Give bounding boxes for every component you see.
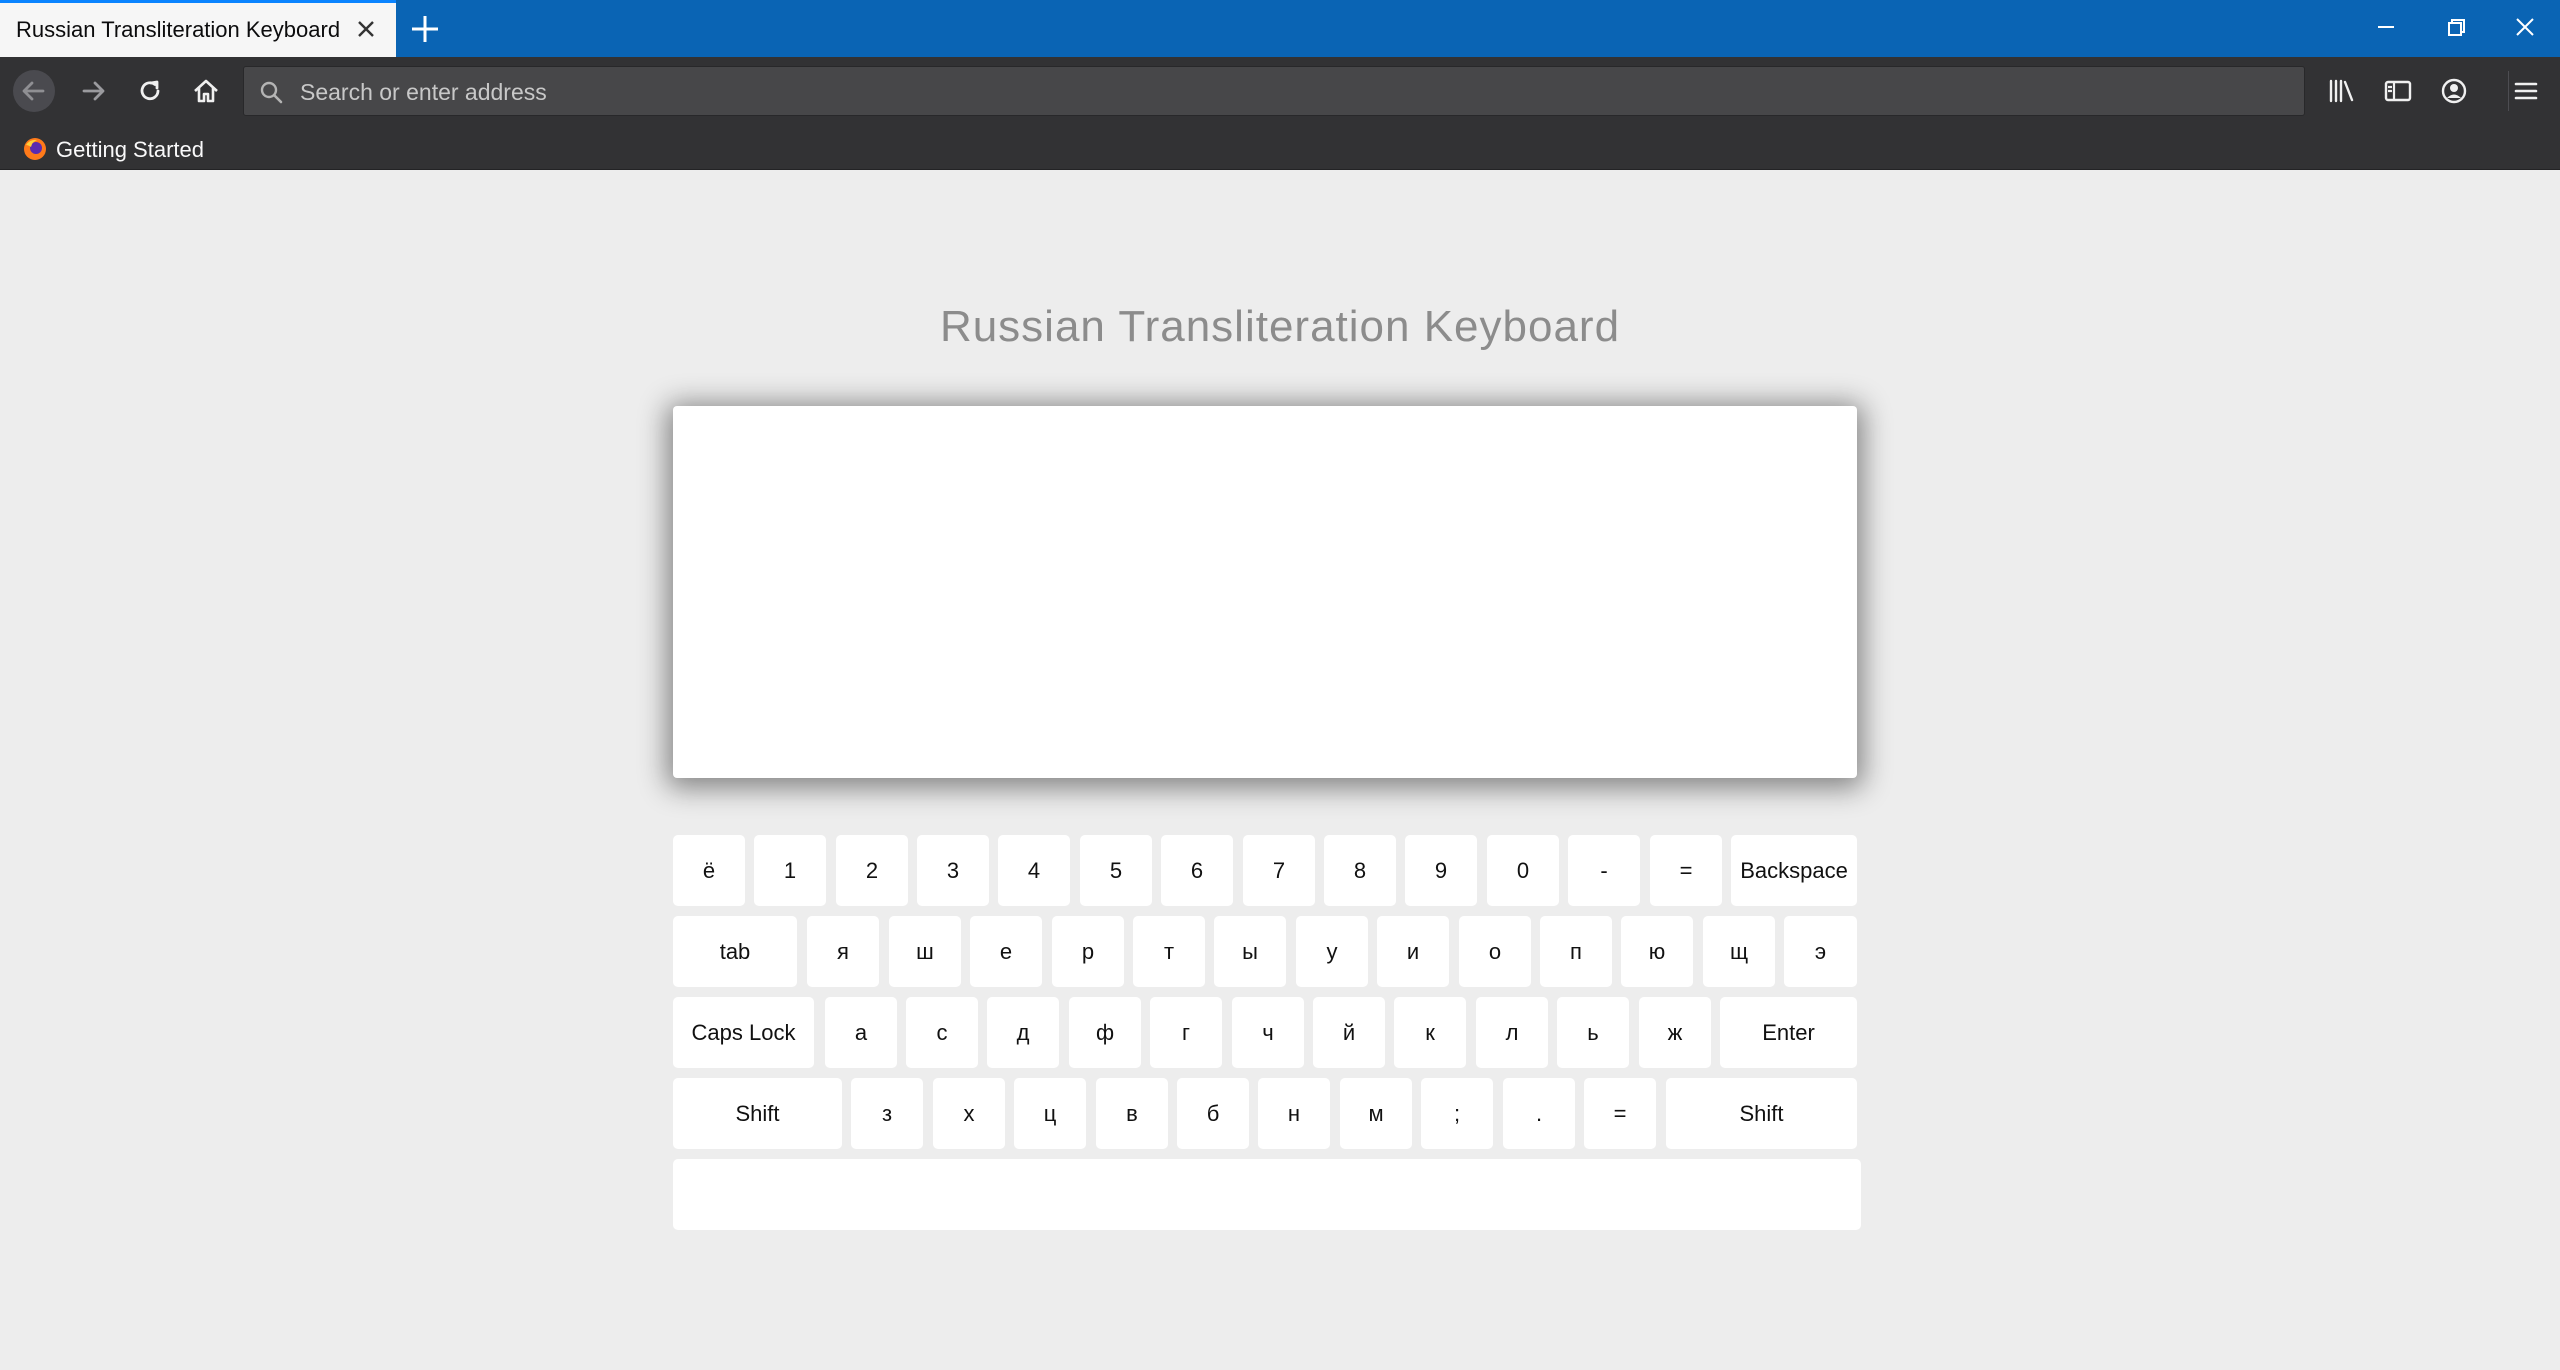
sidebar-button[interactable] bbox=[2377, 70, 2419, 112]
key[interactable]: с bbox=[906, 997, 978, 1068]
keyboard-row-4: Shift з х ц в б н м ; . = Shift bbox=[673, 1078, 1861, 1149]
reload-button[interactable] bbox=[129, 70, 171, 112]
key[interactable]: у bbox=[1296, 916, 1368, 987]
key[interactable]: н bbox=[1258, 1078, 1330, 1149]
key[interactable]: ; bbox=[1421, 1078, 1493, 1149]
tab-key[interactable]: tab bbox=[673, 916, 797, 987]
key[interactable]: о bbox=[1459, 916, 1531, 987]
key[interactable]: з bbox=[851, 1078, 923, 1149]
account-icon bbox=[2441, 78, 2467, 104]
caps-lock-key[interactable]: Caps Lock bbox=[673, 997, 814, 1068]
key[interactable]: й bbox=[1313, 997, 1385, 1068]
keyboard-row-5 bbox=[673, 1159, 1861, 1230]
key[interactable]: ё bbox=[673, 835, 745, 906]
page-title: Russian Transliteration Keyboard bbox=[939, 302, 1621, 351]
close-window-icon[interactable] bbox=[2507, 9, 2543, 45]
sidebar-icon bbox=[2384, 80, 2412, 102]
hamburger-menu-icon bbox=[2514, 82, 2538, 100]
home-button[interactable] bbox=[185, 70, 227, 112]
key[interactable]: = bbox=[1650, 835, 1722, 906]
library-icon bbox=[2329, 79, 2354, 103]
space-key[interactable] bbox=[673, 1159, 1861, 1230]
shift-right-key[interactable]: Shift bbox=[1666, 1078, 1857, 1149]
forward-button[interactable] bbox=[72, 70, 114, 112]
key[interactable]: 7 bbox=[1243, 835, 1315, 906]
reload-icon bbox=[140, 80, 160, 101]
key[interactable]: 0 bbox=[1487, 835, 1559, 906]
home-icon bbox=[194, 79, 218, 103]
key[interactable]: т bbox=[1133, 916, 1205, 987]
library-button[interactable] bbox=[2321, 70, 2363, 112]
keyboard-row-2: tab я ш е р т ы у и о п ю щ э bbox=[673, 916, 1861, 987]
tab-strip: Russian Transliteration Keyboard bbox=[0, 0, 2560, 57]
key[interactable]: 3 bbox=[917, 835, 989, 906]
key[interactable]: ю bbox=[1621, 916, 1693, 987]
navigation-toolbar: Search or enter address bbox=[0, 57, 2560, 125]
tab-active[interactable]: Russian Transliteration Keyboard bbox=[0, 0, 396, 57]
backspace-key[interactable]: Backspace bbox=[1731, 835, 1857, 906]
key[interactable]: 1 bbox=[754, 835, 826, 906]
key[interactable]: п bbox=[1540, 916, 1612, 987]
key[interactable]: ч bbox=[1232, 997, 1304, 1068]
key[interactable]: х bbox=[933, 1078, 1005, 1149]
key[interactable]: 2 bbox=[836, 835, 908, 906]
bookmark-label: Getting Started bbox=[56, 137, 204, 162]
key[interactable]: щ bbox=[1703, 916, 1775, 987]
key[interactable]: е bbox=[970, 916, 1042, 987]
key[interactable]: э bbox=[1784, 916, 1857, 987]
key[interactable]: я bbox=[807, 916, 879, 987]
keyboard-row-3: Caps Lock а с д ф г ч й к л ь ж Enter bbox=[673, 997, 1861, 1068]
key[interactable]: л bbox=[1476, 997, 1548, 1068]
key[interactable]: ф bbox=[1069, 997, 1141, 1068]
key[interactable]: г bbox=[1150, 997, 1222, 1068]
key[interactable]: . bbox=[1503, 1078, 1575, 1149]
enter-key[interactable]: Enter bbox=[1720, 997, 1857, 1068]
key[interactable]: ь bbox=[1557, 997, 1629, 1068]
key[interactable]: а bbox=[825, 997, 897, 1068]
keyboard-row-1: ё 1 2 3 4 5 6 7 8 9 0 - = Backspace bbox=[673, 835, 1861, 906]
key[interactable]: ы bbox=[1214, 916, 1286, 987]
shift-left-key[interactable]: Shift bbox=[673, 1078, 842, 1149]
back-arrow-icon bbox=[22, 81, 45, 101]
menu-button[interactable] bbox=[2505, 70, 2547, 112]
text-output-area[interactable] bbox=[673, 406, 1857, 778]
address-bar[interactable]: Search or enter address bbox=[243, 66, 2305, 116]
key[interactable]: 4 bbox=[998, 835, 1070, 906]
key[interactable]: - bbox=[1568, 835, 1640, 906]
key[interactable]: к bbox=[1394, 997, 1466, 1068]
address-placeholder: Search or enter address bbox=[300, 79, 547, 105]
key[interactable]: р bbox=[1052, 916, 1124, 987]
close-tab-icon[interactable] bbox=[350, 13, 382, 45]
key[interactable]: м bbox=[1340, 1078, 1412, 1149]
restore-icon[interactable] bbox=[2438, 9, 2474, 45]
key[interactable]: ш bbox=[889, 916, 961, 987]
minimize-icon[interactable] bbox=[2368, 9, 2404, 45]
firefox-icon bbox=[24, 138, 46, 160]
key[interactable]: ц bbox=[1014, 1078, 1086, 1149]
new-tab-icon[interactable] bbox=[406, 10, 444, 48]
key[interactable]: 6 bbox=[1161, 835, 1233, 906]
bookmarks-toolbar: Getting Started bbox=[0, 125, 2560, 170]
key[interactable]: = bbox=[1584, 1078, 1656, 1149]
key[interactable]: ж bbox=[1639, 997, 1711, 1068]
search-icon bbox=[260, 81, 283, 104]
account-button[interactable] bbox=[2433, 70, 2475, 112]
key[interactable]: в bbox=[1096, 1078, 1168, 1149]
key[interactable]: 8 bbox=[1324, 835, 1396, 906]
forward-arrow-icon bbox=[82, 81, 105, 101]
back-button[interactable] bbox=[13, 70, 55, 112]
tab-title: Russian Transliteration Keyboard bbox=[16, 17, 341, 42]
key[interactable]: 5 bbox=[1080, 835, 1152, 906]
key[interactable]: 9 bbox=[1405, 835, 1477, 906]
key[interactable]: и bbox=[1377, 916, 1449, 987]
key[interactable]: д bbox=[987, 997, 1059, 1068]
key[interactable]: б bbox=[1177, 1078, 1249, 1149]
